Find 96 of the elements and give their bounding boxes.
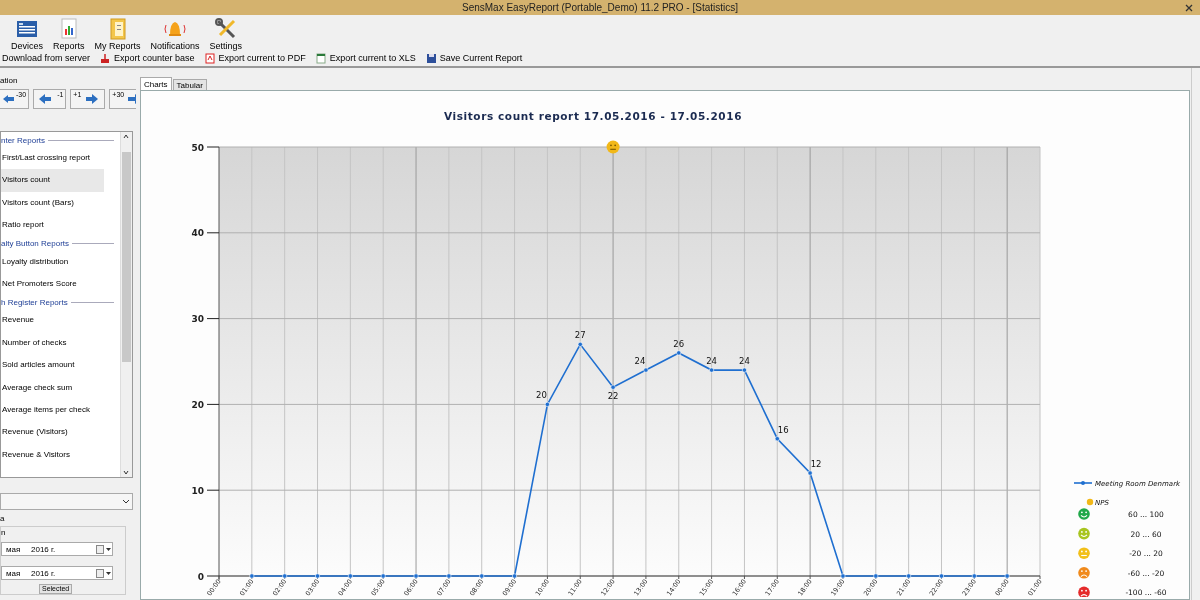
report-item[interactable]: Average check sum — [1, 376, 104, 399]
happy-face-icon — [1078, 527, 1090, 540]
chart-title: Visitors count report 17.05.2016 - 17.05.2016 — [443, 110, 743, 122]
toolbar-button[interactable]: Save Current Report — [421, 52, 527, 64]
data-point — [971, 573, 977, 579]
report-item[interactable]: Visitors count (Bars) — [1, 191, 104, 215]
report-item[interactable]: Visitors count — [1, 169, 104, 192]
group-header: nter Reports — [1, 135, 46, 145]
date-field[interactable]: мая 2016 г. — [1, 542, 113, 556]
window-title: SensMax EasyReport (Portable_Demo) 11.2 PRO - [Statistics] — [462, 2, 738, 13]
report-item[interactable]: Number of checks — [1, 331, 104, 355]
toolbar-button[interactable]: Export current to PDF — [200, 52, 310, 64]
axis-label: 0 — [197, 571, 204, 582]
caret-icon — [120, 497, 132, 506]
ribbon-button[interactable]: Reports — [50, 15, 88, 50]
sad-face-icon — [1078, 567, 1090, 579]
data-label: 24 — [739, 356, 750, 367]
close-icon — [1185, 3, 1193, 12]
data-label: 20 — [536, 390, 547, 401]
data-point — [413, 573, 419, 579]
neutral-face-icon — [606, 140, 620, 154]
pdf-file-icon — [204, 52, 216, 64]
data-label: 16 — [777, 424, 789, 435]
group-title: a — [0, 514, 6, 524]
toolbar-button[interactable]: Export counter base — [96, 52, 199, 64]
date-month: мая — [6, 568, 21, 578]
date-month: мая — [6, 544, 21, 554]
data-point — [709, 367, 715, 373]
data-point — [249, 573, 255, 579]
tab[interactable]: Charts — [140, 77, 172, 90]
data-point — [315, 573, 321, 579]
group-header: alty Button Reports — [1, 239, 70, 249]
data-point — [840, 573, 846, 579]
calendar-dropdown-icon — [96, 568, 112, 578]
data-point — [774, 436, 780, 442]
ribbon-button[interactable]: My Reports — [91, 15, 144, 50]
ribbon-button[interactable]: Devices — [8, 15, 46, 50]
axis-label: 40 — [191, 228, 204, 239]
ribbon-button[interactable]: Settings — [206, 15, 246, 50]
axis-label: 50 — [191, 142, 204, 153]
data-point — [347, 573, 353, 579]
scrollbar[interactable] — [120, 132, 132, 477]
scroll-up-icon — [121, 132, 131, 140]
data-label: 22 — [607, 391, 619, 402]
date-year: 2016 г. — [31, 544, 57, 554]
data-point — [512, 573, 518, 579]
report-item[interactable]: Revenue & Visitors — [1, 443, 104, 467]
date-field[interactable]: мая 2016 г. — [1, 566, 113, 580]
legend-line-icon — [1073, 481, 1093, 485]
data-point — [577, 341, 583, 347]
report-item[interactable]: Revenue (Visitors) — [1, 421, 104, 444]
data-label: 27 — [574, 330, 586, 341]
axis-label: 10 — [191, 485, 204, 496]
report-item[interactable]: Loyalty distribution — [1, 250, 104, 273]
group-header: h Register Reports — [1, 297, 68, 307]
data-point — [939, 573, 944, 579]
axis-label: 20 — [191, 399, 204, 410]
scroll-down-icon — [121, 469, 131, 477]
data-point — [873, 573, 879, 579]
ribbon-button[interactable]: Notifications — [147, 15, 203, 50]
data-point — [1004, 573, 1010, 579]
date-year: 2016 г. — [31, 568, 57, 578]
export-icon — [100, 52, 112, 64]
data-point — [446, 573, 452, 579]
section-title: ation — [0, 76, 19, 85]
toolbar-button[interactable]: Export current to XLS — [311, 52, 420, 64]
spreadsheet-icon — [315, 52, 327, 64]
data-point — [676, 350, 682, 356]
data-label: 24 — [634, 356, 646, 367]
data-label: 24 — [706, 356, 717, 367]
toolbar-button[interactable]: Download from server — [0, 53, 95, 63]
data-point — [610, 384, 616, 390]
report-item[interactable]: First/Last crossing report — [1, 147, 104, 170]
data-label: 12 — [810, 459, 822, 470]
happy-face-icon — [1078, 508, 1090, 520]
neutral-face-icon — [1078, 547, 1090, 559]
report-item[interactable]: Average items per check — [1, 398, 104, 422]
calendar-dropdown-icon — [96, 544, 112, 554]
data-point — [643, 367, 649, 373]
report-item[interactable]: Ratio report — [1, 214, 104, 237]
report-item[interactable]: Revenue — [1, 309, 104, 332]
report-item[interactable]: Sold articles amount — [1, 354, 104, 377]
data-label: 26 — [673, 338, 685, 349]
data-point — [544, 401, 550, 407]
data-point — [479, 573, 485, 579]
data-point — [906, 573, 912, 579]
data-point — [807, 470, 813, 476]
axis-label: 30 — [191, 314, 204, 325]
data-point — [380, 573, 386, 579]
field-label: n — [1, 528, 7, 538]
dropdown[interactable] — [0, 493, 133, 510]
sad-face-icon — [1078, 586, 1090, 597]
data-point — [282, 573, 288, 579]
report-item[interactable]: Net Promoters Score — [1, 272, 104, 296]
settings-icon — [213, 17, 238, 41]
data-point — [741, 367, 747, 373]
